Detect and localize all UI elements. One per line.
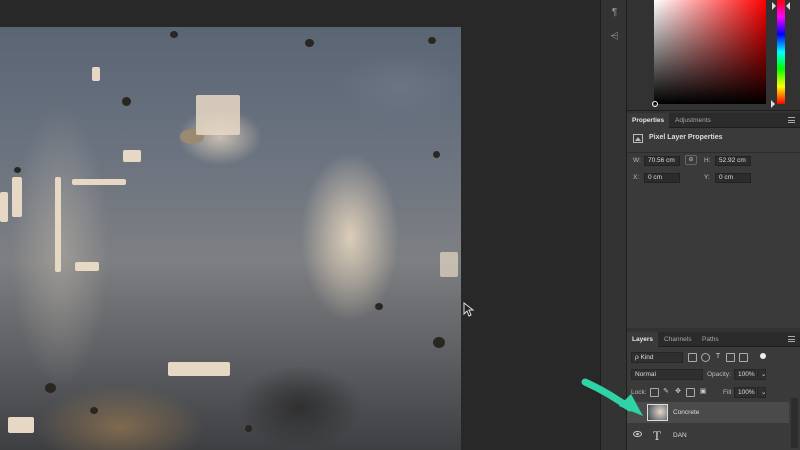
texture-mark: [305, 39, 314, 47]
lock-all-icon[interactable]: ▣: [699, 388, 707, 396]
texture-mark: [90, 407, 98, 414]
lock-artboard-icon[interactable]: [686, 388, 695, 397]
annotation-arrow-icon: [581, 378, 643, 416]
color-picker-handle[interactable]: [652, 101, 658, 107]
texture-chip: [75, 262, 99, 271]
tab-channels[interactable]: Channels: [659, 332, 696, 347]
texture-mark: [433, 151, 440, 158]
x-label: X:: [633, 174, 640, 181]
lock-image-pixels-icon[interactable]: ✎: [662, 388, 670, 396]
width-label: W:: [633, 157, 641, 164]
texture-mark: [122, 97, 131, 106]
properties-title: Pixel Layer Properties: [649, 134, 723, 141]
opacity-dropdown-icon[interactable]: ⌄: [757, 369, 766, 380]
tab-properties[interactable]: Properties: [627, 113, 670, 128]
fill-field[interactable]: 100%: [734, 387, 756, 398]
properties-tabbar: Properties Adjustments: [627, 113, 800, 128]
panel-menu-icon[interactable]: [788, 336, 795, 342]
texture-mark: [170, 31, 178, 38]
filter-pixel-icon[interactable]: [688, 353, 697, 362]
visibility-eye-icon[interactable]: [633, 431, 642, 437]
filter-smart-object-icon[interactable]: [739, 353, 748, 362]
document-workspace: [0, 0, 600, 450]
filter-shape-icon[interactable]: [726, 353, 735, 362]
texture-chip: [12, 177, 22, 217]
texture-chip: [92, 67, 100, 81]
texture-mark: [45, 383, 56, 393]
link-dimensions-icon[interactable]: ⊖: [685, 155, 697, 165]
hue-slider-arrow-icon[interactable]: [786, 2, 790, 10]
hue-slider[interactable]: [777, 0, 785, 104]
mouse-cursor-icon: [463, 302, 475, 317]
paragraph-icon[interactable]: ¶: [607, 5, 622, 20]
tab-layers[interactable]: Layers: [627, 332, 658, 347]
properties-panel: Properties Adjustments Pixel Layer Prope…: [627, 113, 800, 328]
lock-position-icon[interactable]: ✥: [674, 388, 682, 396]
height-label: H:: [704, 157, 711, 164]
filter-toggle-icon[interactable]: [760, 353, 766, 359]
layers-tabbar: Layers Channels Paths: [627, 332, 800, 347]
y-field[interactable]: 0 cm: [715, 173, 751, 183]
glyph-panel-icon[interactable]: ⩤: [607, 29, 622, 44]
hue-slider-arrow-icon[interactable]: [772, 2, 776, 10]
opacity-field[interactable]: 100%: [734, 369, 756, 380]
texture-mark: [245, 425, 252, 432]
saturation-brightness-field[interactable]: [654, 0, 766, 104]
layer-filter-select[interactable]: ρ Kind: [631, 352, 683, 363]
layers-scrollbar[interactable]: [791, 398, 798, 448]
tab-adjustments[interactable]: Adjustments: [670, 113, 716, 128]
texture-mark: [375, 303, 383, 310]
texture-chip: [123, 150, 141, 162]
pixel-layer-icon: [633, 134, 643, 143]
texture-chip: [55, 177, 61, 272]
tab-paths[interactable]: Paths: [697, 332, 724, 347]
divider: [627, 152, 800, 153]
texture-chip: [8, 417, 34, 433]
layer-name[interactable]: Concrete: [673, 409, 699, 416]
properties-header: Pixel Layer Properties: [627, 132, 800, 148]
layer-name[interactable]: DAN: [673, 432, 687, 439]
color-picker-panel: [627, 0, 800, 111]
y-label: Y:: [704, 174, 710, 181]
x-field[interactable]: 0 cm: [644, 173, 680, 183]
height-field[interactable]: 52.92 cm: [715, 156, 751, 166]
filter-type-icon[interactable]: T: [714, 353, 722, 361]
width-field[interactable]: 70.56 cm: [644, 156, 680, 166]
texture-mark: [433, 337, 445, 348]
texture-mark: [14, 167, 21, 173]
canvas-image[interactable]: [0, 27, 461, 450]
hue-slider-arrow-icon[interactable]: [771, 100, 775, 108]
panel-menu-icon[interactable]: [788, 117, 795, 123]
opacity-label: Opacity:: [707, 371, 731, 378]
fill-label: Fill:: [723, 389, 734, 396]
filter-adjustment-icon[interactable]: [701, 353, 710, 362]
texture-chip: [440, 252, 458, 277]
layer-row-dan[interactable]: T DAN: [627, 425, 789, 446]
texture-chip: [72, 179, 126, 185]
fill-dropdown-icon[interactable]: ⌄: [757, 387, 766, 398]
text-layer-icon: T: [653, 428, 661, 443]
texture-chip: [0, 192, 8, 222]
texture-chip: [168, 362, 230, 376]
texture-mark: [428, 37, 436, 44]
texture-chip: [196, 95, 240, 135]
